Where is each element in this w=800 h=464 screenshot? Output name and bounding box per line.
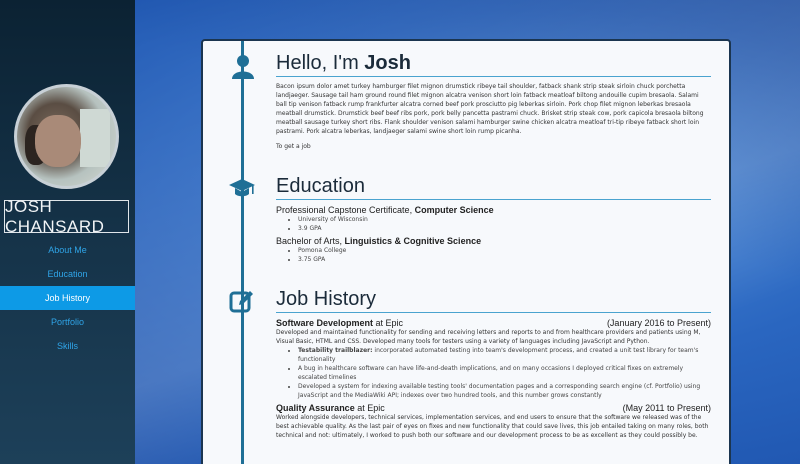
content-panel: Hello, I'm Josh Bacon ipsum dolor amet t…	[201, 39, 731, 464]
degree-2-details: Pomona College 3.75 GPA	[276, 246, 711, 264]
job-2-summary: Worked alongside developers, technical s…	[276, 414, 709, 439]
graduation-cap-icon	[229, 179, 255, 197]
timeline-line	[241, 41, 244, 464]
list-item: Pomona College	[298, 246, 711, 255]
nav-item-job-history[interactable]: Job History	[0, 286, 135, 310]
profile-name: JOSH CHANSARD	[4, 197, 129, 236]
about-section: Hello, I'm Josh Bacon ipsum dolor amet t…	[276, 52, 711, 151]
job-1-header: Software Development at Epic (January 20…	[276, 318, 711, 328]
job-2-dates: (May 2011 to Present)	[622, 403, 711, 413]
job-history-section: Job History Software Development at Epic…	[276, 288, 711, 440]
degree-2: Bachelor of Arts, Linguistics & Cognitiv…	[276, 236, 482, 246]
list-item: 3.75 GPA	[298, 255, 711, 264]
job-1-summary: Developed and maintained functionality f…	[276, 329, 701, 345]
list-item: A bug in healthcare software can have li…	[298, 364, 711, 382]
degree-1: Professional Capstone Certificate, Compu…	[276, 205, 494, 215]
job-1-bullets: Testability trailblazer: incorporated au…	[276, 346, 711, 400]
nav-item-portfolio[interactable]: Portfolio	[0, 310, 135, 334]
job-1-dates: (January 2016 to Present)	[606, 318, 711, 328]
job-2-header: Quality Assurance at Epic (May 2011 to P…	[276, 403, 711, 413]
list-item: University of Wisconsin	[298, 215, 711, 224]
nav-item-about-me[interactable]: About Me	[0, 238, 135, 262]
sidebar: JOSH CHANSARD About Me Education Job His…	[0, 0, 135, 464]
list-item: 3.9 GPA	[298, 224, 711, 233]
edit-icon	[229, 291, 253, 313]
list-item: Developed a system for indexing availabl…	[298, 382, 711, 400]
job-history-title: Job History	[276, 288, 711, 313]
about-body: Bacon ipsum dolor amet turkey hamburger …	[276, 83, 704, 135]
list-item: Testability trailblazer: incorporated au…	[298, 346, 711, 364]
nav-item-skills[interactable]: Skills	[0, 334, 135, 358]
user-icon	[232, 55, 254, 79]
about-goal: To get a job	[276, 143, 311, 150]
nav-item-education[interactable]: Education	[0, 262, 135, 286]
education-title: Education	[276, 175, 711, 200]
about-title: Hello, I'm Josh	[276, 52, 711, 77]
avatar	[14, 84, 119, 189]
sidebar-nav: About Me Education Job History Portfolio…	[0, 238, 135, 358]
education-section: Education Professional Capstone Certific…	[276, 175, 711, 264]
degree-1-details: University of Wisconsin 3.9 GPA	[276, 215, 711, 233]
